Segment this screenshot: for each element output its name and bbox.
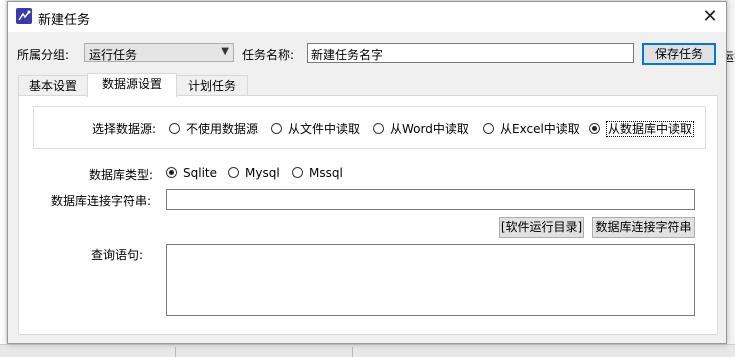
app-icon — [16, 8, 32, 24]
radio-circle — [169, 123, 180, 134]
conn-string-input[interactable] — [166, 189, 695, 210]
radio-circle — [271, 123, 282, 134]
radio-no-data-source[interactable]: 不使用数据源 — [169, 120, 258, 137]
data-source-label: 选择数据源: — [92, 122, 157, 136]
radio-mssql[interactable]: Mssql — [292, 166, 343, 180]
radio-mysql[interactable]: Mysql — [228, 166, 280, 180]
conn-string-button[interactable]: 数据库连接字符串 — [592, 217, 695, 238]
data-source-group: 选择数据源: 不使用数据源 从文件中读取 从Word中读取 从Excel中读取 … — [33, 106, 706, 149]
query-label: 查询语句: — [91, 248, 144, 262]
query-textarea[interactable] — [166, 244, 695, 316]
tab-data-source-settings[interactable]: 数据源设置 — [87, 73, 177, 97]
chevron-down-icon: ▼ — [221, 46, 229, 57]
task-name-value: 新建任务名字 — [311, 48, 384, 62]
radio-circle — [292, 167, 303, 178]
tab-basic-settings[interactable]: 基本设置 — [18, 75, 88, 96]
tab-schedule[interactable]: 计划任务 — [176, 75, 248, 96]
window-title: 新建任务 — [38, 13, 91, 28]
radio-label: 从Word中读取 — [390, 122, 469, 136]
radio-circle — [166, 167, 177, 178]
radio-label: Mssql — [309, 166, 343, 180]
task-name-label: 任务名称: — [242, 48, 295, 62]
background-app-edge — [0, 0, 6, 356]
tab-strip: 基本设置 数据源设置 计划任务 — [18, 73, 718, 97]
radio-label: 不使用数据源 — [186, 122, 259, 136]
radio-label: Sqlite — [183, 166, 217, 180]
software-dir-button[interactable]: [软件运行目录] — [499, 217, 584, 238]
radio-label: 从Excel中读取 — [500, 122, 580, 136]
radio-label: 从数据库中读取 — [606, 121, 695, 137]
radio-sqlite[interactable]: Sqlite — [166, 166, 217, 180]
save-task-button[interactable]: 保存任务 — [642, 43, 716, 65]
group-select-value: 运行任务 — [89, 48, 138, 62]
group-label: 所属分组: — [17, 48, 70, 62]
task-name-input[interactable]: 新建任务名字 — [307, 43, 634, 63]
conn-string-label: 数据库连接字符串: — [51, 194, 152, 208]
radio-from-excel[interactable]: 从Excel中读取 — [483, 120, 580, 137]
db-type-label: 数据库类型: — [89, 168, 154, 182]
radio-circle — [373, 123, 384, 134]
new-task-dialog: 新建任务 ✕ 所属分组: 运行任务 ▼ 任务名称: 新建任务名字 保存任务 基本… — [7, 1, 727, 344]
radio-label: 从文件中读取 — [288, 122, 361, 136]
radio-from-word[interactable]: 从Word中读取 — [373, 120, 469, 137]
background-status-strip — [0, 344, 735, 357]
radio-circle — [483, 123, 494, 134]
data-source-panel: 选择数据源: 不使用数据源 从文件中读取 从Word中读取 从Excel中读取 … — [18, 95, 718, 335]
close-icon[interactable]: ✕ — [694, 2, 726, 32]
group-select[interactable]: 运行任务 ▼ — [84, 43, 234, 62]
radio-from-file[interactable]: 从文件中读取 — [271, 120, 360, 137]
radio-circle — [228, 167, 239, 178]
radio-circle — [589, 123, 600, 134]
radio-label: Mysql — [245, 166, 280, 180]
title-bar: 新建任务 ✕ — [8, 2, 726, 32]
radio-from-database[interactable]: 从数据库中读取 — [589, 120, 695, 137]
